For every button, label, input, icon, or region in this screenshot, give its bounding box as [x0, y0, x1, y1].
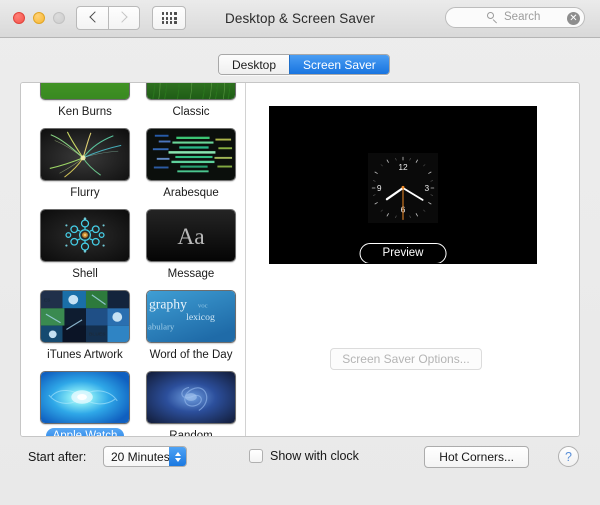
screen-saver-label: Random: [169, 430, 213, 436]
screen-saver-thumbnail[interactable]: [146, 128, 236, 181]
window-titlebar: Desktop & Screen Saver Search ✕: [0, 0, 600, 38]
preview-button[interactable]: Preview: [359, 243, 447, 263]
main-panel: Ken Burns Classic Flurry Arabesque Shell…: [20, 82, 580, 437]
apple-watch-clock-face: 12 3 6 9: [368, 153, 438, 223]
screen-saver-thumbnail[interactable]: [40, 209, 130, 262]
hot-corners-button[interactable]: Hot Corners...: [424, 446, 529, 468]
svg-text:ES: ES: [44, 298, 51, 304]
screen-saver-label: iTunes Artwork: [47, 349, 123, 361]
tab-bar: Desktop Screen Saver: [0, 38, 600, 78]
screen-saver-item[interactable]: Classic: [144, 83, 238, 120]
screen-saver-thumbnail[interactable]: Aa: [146, 209, 236, 262]
screen-saver-thumbnail[interactable]: ES BLUES: [40, 290, 130, 343]
tab-screen-saver[interactable]: Screen Saver: [289, 55, 389, 74]
screen-saver-label: Apple Watch: [45, 428, 125, 436]
screen-saver-list[interactable]: Ken Burns Classic Flurry Arabesque Shell…: [21, 83, 245, 436]
screen-saver-options-button: Screen Saver Options...: [330, 348, 482, 370]
screen-saver-item[interactable]: Aa Message: [144, 209, 238, 282]
screen-saver-item[interactable]: Shell: [38, 209, 132, 282]
svg-text:abulary: abulary: [148, 322, 175, 332]
show-with-clock-label[interactable]: Show with clock: [270, 449, 359, 463]
svg-text:voc: voc: [198, 302, 208, 309]
screen-saver-label: Classic: [172, 106, 210, 118]
screen-saver-label: Message: [167, 268, 215, 280]
clear-icon[interactable]: ✕: [567, 12, 580, 25]
start-after-label: Start after:: [28, 450, 87, 464]
start-after-value: 20 Minutes: [111, 450, 170, 464]
screen-saver-label: Flurry: [70, 187, 100, 199]
screen-saver-label: Arabesque: [163, 187, 219, 199]
screen-saver-thumbnail[interactable]: [146, 371, 236, 424]
svg-text:BLUES: BLUES: [89, 331, 106, 337]
svg-text:12: 12: [398, 162, 408, 172]
screen-saver-item[interactable]: Flurry: [38, 128, 132, 201]
start-after-dropdown[interactable]: 20 Minutes: [103, 446, 187, 467]
svg-text:Aa: Aa: [177, 224, 205, 250]
screen-saver-item[interactable]: Ken Burns: [38, 83, 132, 120]
screen-saver-thumbnail[interactable]: [40, 83, 130, 100]
help-button[interactable]: ?: [558, 446, 579, 467]
svg-text:graphy: graphy: [149, 296, 187, 311]
show-with-clock-checkbox[interactable]: [249, 449, 263, 463]
screen-saver-thumbnail[interactable]: [146, 83, 236, 100]
preferences-window: Desktop & Screen Saver Search ✕ Desktop …: [0, 0, 600, 505]
tab-desktop[interactable]: Desktop: [219, 55, 290, 74]
screen-saver-label: Word of the Day: [149, 349, 233, 361]
screen-saver-item[interactable]: Random: [144, 371, 238, 436]
screen-saver-thumbnail[interactable]: [40, 371, 130, 424]
screen-saver-label: Ken Burns: [58, 106, 112, 118]
screen-saver-thumbnail[interactable]: [40, 128, 130, 181]
screen-saver-grid: Ken Burns Classic Flurry Arabesque Shell…: [38, 83, 238, 436]
search-icon: [487, 12, 499, 24]
screen-saver-preview: 12 3 6 9 Preview: [269, 106, 537, 264]
screen-saver-thumbnail[interactable]: graphy voc lexicog abulary: [146, 290, 236, 343]
screen-saver-item[interactable]: Apple Watch: [38, 371, 132, 436]
stepper-icon[interactable]: [169, 447, 186, 466]
svg-text:3: 3: [424, 183, 429, 193]
screen-saver-item[interactable]: Arabesque: [144, 128, 238, 201]
bottom-controls: Start after: 20 Minutes Show with clock …: [0, 443, 600, 505]
search-placeholder: Search: [504, 11, 541, 23]
screen-saver-item[interactable]: graphy voc lexicog abulary Word of the D…: [144, 290, 238, 363]
svg-text:lexicog: lexicog: [186, 312, 215, 323]
search-input[interactable]: Search ✕: [445, 7, 585, 28]
screen-saver-label: Shell: [72, 268, 98, 280]
svg-text:9: 9: [377, 183, 382, 193]
preview-pane: 12 3 6 9 Preview Screen Saver Options...: [246, 83, 579, 436]
screen-saver-item[interactable]: ES BLUES iTunes Artwork: [38, 290, 132, 363]
